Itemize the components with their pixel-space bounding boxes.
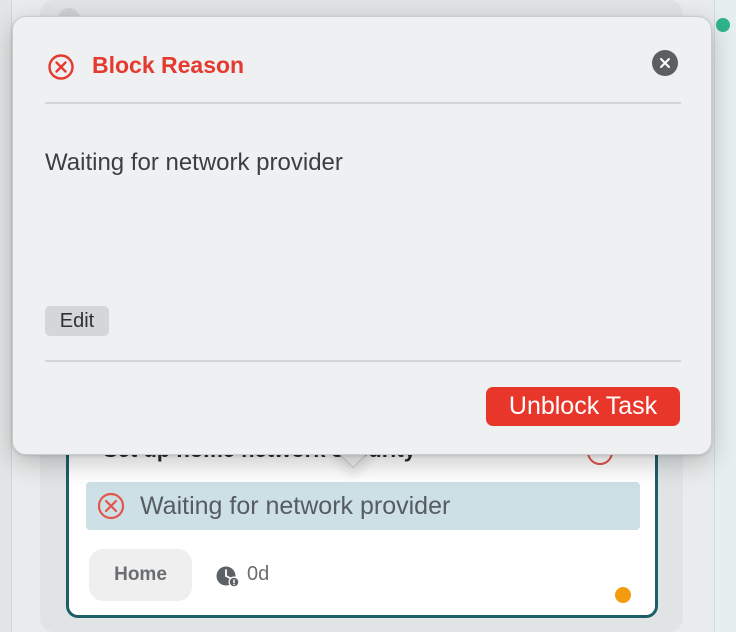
header-divider — [45, 102, 681, 104]
edit-button[interactable]: Edit — [45, 306, 109, 336]
block-reason-banner[interactable]: Waiting for network provider — [86, 482, 640, 530]
close-button[interactable] — [652, 50, 678, 76]
tag-chip-home[interactable]: Home — [89, 549, 192, 601]
block-reason-popover: Block Reason Waiting for network provide… — [12, 16, 712, 455]
popover-title: Block Reason — [92, 52, 245, 78]
right-column-edge — [714, 0, 736, 632]
block-reason-text: Waiting for network provider — [45, 149, 343, 176]
unblock-task-button[interactable]: Unblock Task — [486, 387, 680, 426]
clock-icon — [216, 566, 240, 588]
block-reason-banner-text: Waiting for network provider — [140, 491, 451, 520]
close-icon — [660, 58, 670, 68]
x-circle-icon — [97, 492, 125, 520]
right-column-status-icon — [716, 18, 730, 32]
left-sidebar-edge — [0, 0, 12, 632]
footer-divider — [45, 360, 681, 362]
x-circle-icon — [48, 54, 74, 80]
priority-indicator — [615, 587, 631, 603]
task-age: 0d — [247, 563, 270, 585]
